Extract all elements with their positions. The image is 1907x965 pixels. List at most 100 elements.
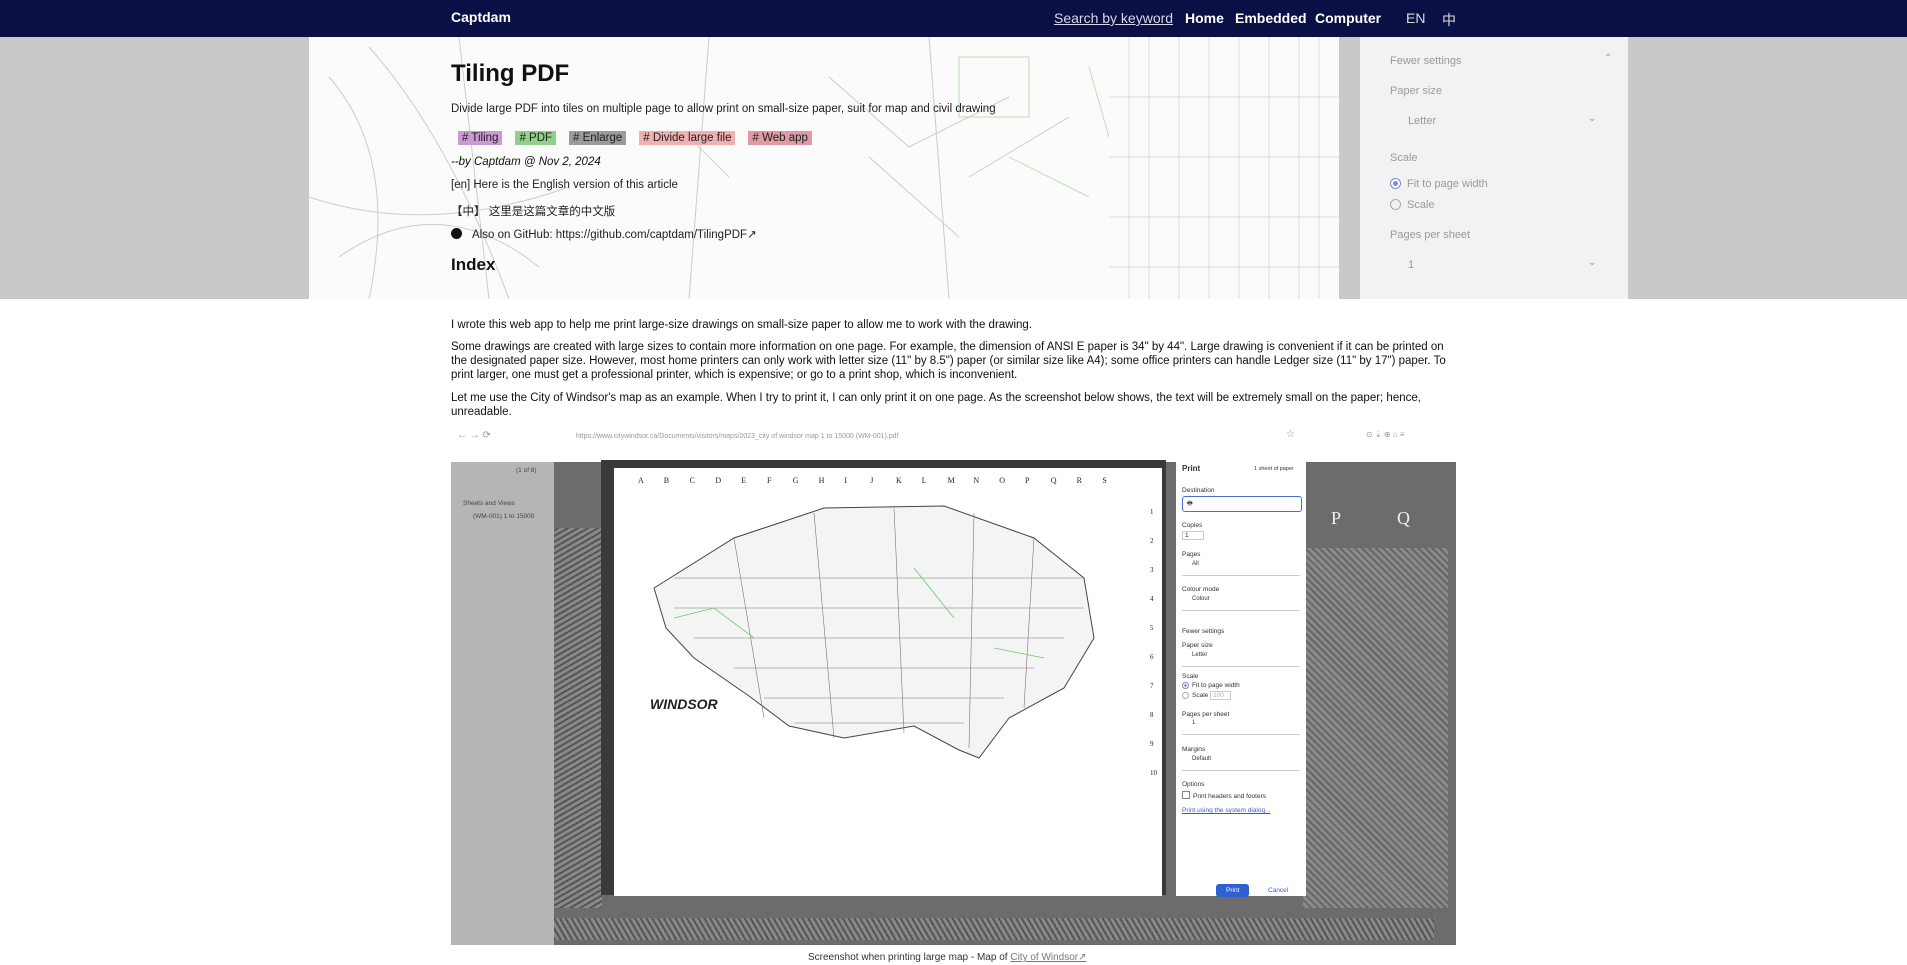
tag-list: # Tiling # PDF # Enlarge # Divide large fil… [451, 128, 818, 146]
sidebar-heading: Sheets and Views [463, 500, 515, 507]
radio-icon [1182, 692, 1189, 699]
map-column-letter: Q [1397, 508, 1410, 528]
pdf-sidebar: (1 of 8) Sheets and Views (WM-001) 1 to … [451, 462, 554, 945]
copies-input[interactable]: 1 [1182, 531, 1204, 540]
hero-scale-fit-option: Fit to page width [1390, 178, 1488, 190]
options-label: Options [1182, 781, 1205, 788]
paper-size-select[interactable]: Letter [1182, 652, 1300, 667]
pages-value: All [1192, 561, 1199, 567]
scale-label: Scale [1182, 673, 1199, 680]
paper-size-label: Paper size [1182, 642, 1213, 649]
browser-extension-icons: ⊙ ⇣ ⊕ ⌂ ≡ [1366, 430, 1405, 439]
map-title: WINDSOR [650, 696, 718, 712]
search-link[interactable]: Search by keyword [1054, 10, 1173, 26]
radio-selected-icon [1390, 178, 1401, 189]
print-preview-page: ABCDEFGHIJKLMNOPQRS 1 2 3 4 5 6 7 8 9 10 WINDSOR [614, 468, 1162, 896]
sidebar-page-count: (1 of 8) [516, 467, 537, 474]
system-dialog-link[interactable]: Print using the system dialog... [1182, 807, 1271, 814]
pages-per-sheet-select[interactable]: 1 [1182, 720, 1300, 735]
chinese-version-link[interactable]: 【中】 这里是这篇文章的中文版 [451, 203, 615, 219]
hero-scale-fit-label: Fit to page width [1407, 178, 1488, 190]
map-column-letter: P [1331, 508, 1342, 528]
hero-paper-size-value: Letter [1408, 115, 1437, 127]
margins-select[interactable]: Default [1182, 756, 1300, 771]
pages-per-sheet-label: Pages per sheet [1182, 711, 1230, 718]
map-background-right [1303, 548, 1448, 908]
chevron-down-icon: ⌄ [1588, 113, 1597, 124]
margins-label: Margins [1182, 746, 1206, 753]
scale-input[interactable]: 100 [1210, 691, 1231, 700]
hero-paper-size-label: Paper size [1390, 85, 1442, 97]
chevron-up-icon: ⌃ [1604, 53, 1613, 64]
cancel-button[interactable]: Cancel [1258, 884, 1298, 897]
colour-value: Colour [1192, 596, 1210, 602]
url-text: https://www.citywindsor.ca/Documents/vis… [576, 433, 899, 440]
page-title: Tiling PDF [451, 60, 570, 87]
copies-label: Copies [1182, 522, 1203, 529]
sidebar-item: (WM-001) 1 to 15000 [473, 513, 535, 520]
hero-scale-custom-option: Scale [1390, 199, 1435, 211]
colour-mode-select[interactable]: Colour [1182, 596, 1300, 611]
hero-fewer-settings: Fewer settings [1390, 55, 1462, 67]
hero-print-panel: Fewer settings ⌃ Paper size Letter ⌄ Sca… [1360, 37, 1628, 299]
github-link[interactable]: https://github.com/captdam/TilingPDF↗ [556, 229, 757, 241]
hero-banner: Fewer settings ⌃ Paper size Letter ⌄ Sca… [0, 37, 1907, 299]
caption-link[interactable]: City of Windsor↗ [1010, 952, 1086, 963]
fewer-settings-toggle[interactable]: Fewer settings [1182, 628, 1224, 635]
tag-chip[interactable]: # Divide large file [639, 131, 736, 145]
hero-scale-label: Scale [1390, 152, 1418, 164]
radio-selected-icon [1182, 682, 1189, 689]
pages-select[interactable]: All [1182, 561, 1300, 576]
paragraph-intro: I wrote this web app to help me print la… [451, 319, 1033, 331]
scale-fit-option[interactable]: Fit to page width [1182, 682, 1240, 689]
browser-toolbar: ← → ⟳ https://www.citywindsor.ca/Documen… [451, 428, 1456, 462]
tag-chip[interactable]: # Tiling [458, 131, 503, 145]
print-sheet-count: 1 sheet of paper [1254, 466, 1294, 472]
headers-footers-label: Print headers and footers [1193, 793, 1266, 800]
chevron-down-icon: ⌄ [1588, 257, 1597, 268]
hero-scale-custom-label: Scale [1407, 199, 1435, 211]
pages-per-sheet-value: 1 [1192, 720, 1196, 726]
nav-computer[interactable]: Computer [1315, 10, 1381, 26]
byline: --by Captdam @ Nov 2, 2024 [451, 156, 601, 168]
margins-value: Default [1192, 756, 1212, 762]
site-brand[interactable]: Captdam [451, 9, 511, 25]
github-line: Also on GitHub: https://github.com/captd… [451, 227, 757, 241]
hero-pages-per-sheet-label: Pages per sheet [1390, 229, 1471, 241]
print-screenshot: ← → ⟳ https://www.citywindsor.ca/Documen… [451, 428, 1456, 945]
map-background-bottom [554, 918, 1434, 940]
paper-value: Letter [1192, 652, 1208, 658]
nav-embedded[interactable]: Embedded [1235, 10, 1307, 26]
top-nav: Captdam Search by keyword Home Embedded … [0, 0, 1907, 37]
map-drawing [653, 505, 1095, 759]
headers-footers-option[interactable]: Print headers and footers [1182, 791, 1266, 800]
printer-icon: 🖶 [1187, 501, 1193, 507]
colour-mode-label: Colour mode [1182, 586, 1220, 593]
tag-chip[interactable]: # Enlarge [569, 131, 627, 145]
back-forward-reload-icons: ← → ⟳ [457, 430, 491, 441]
print-dialog: Print 1 sheet of paper Destination 🖶 Cop… [1176, 460, 1306, 897]
index-heading: Index [451, 255, 496, 274]
nav-home[interactable]: Home [1185, 10, 1224, 26]
caption-text: Screenshot when printing large map - Map… [808, 952, 1008, 963]
scale-fit-label: Fit to page width [1192, 682, 1240, 689]
checkbox-icon [1182, 791, 1190, 799]
paragraph-paper-size: Some drawings are created with large siz… [451, 341, 1446, 381]
lang-zh[interactable]: 中 [1442, 10, 1456, 30]
github-icon [451, 228, 462, 239]
tag-chip[interactable]: # PDF [515, 131, 557, 145]
lang-en[interactable]: EN [1406, 10, 1425, 26]
print-dialog-title: Print [1182, 464, 1201, 473]
print-button[interactable]: Print [1216, 884, 1250, 897]
map-background-left [554, 528, 602, 908]
destination-label: Destination [1182, 487, 1215, 494]
hero-pages-per-sheet-value: 1 [1408, 259, 1415, 271]
destination-select[interactable]: 🖶 [1182, 496, 1302, 512]
star-icon: ☆ [1286, 429, 1295, 440]
scale-custom-option[interactable]: Scale 100 [1182, 691, 1231, 700]
pages-label: Pages [1182, 551, 1201, 558]
page-subtitle: Divide large PDF into tiles on multiple … [451, 103, 996, 115]
tag-chip[interactable]: # Web app [748, 131, 812, 145]
english-version-link[interactable]: [en] Here is the English version of this… [451, 179, 678, 191]
github-prefix: Also on GitHub: [472, 229, 553, 241]
